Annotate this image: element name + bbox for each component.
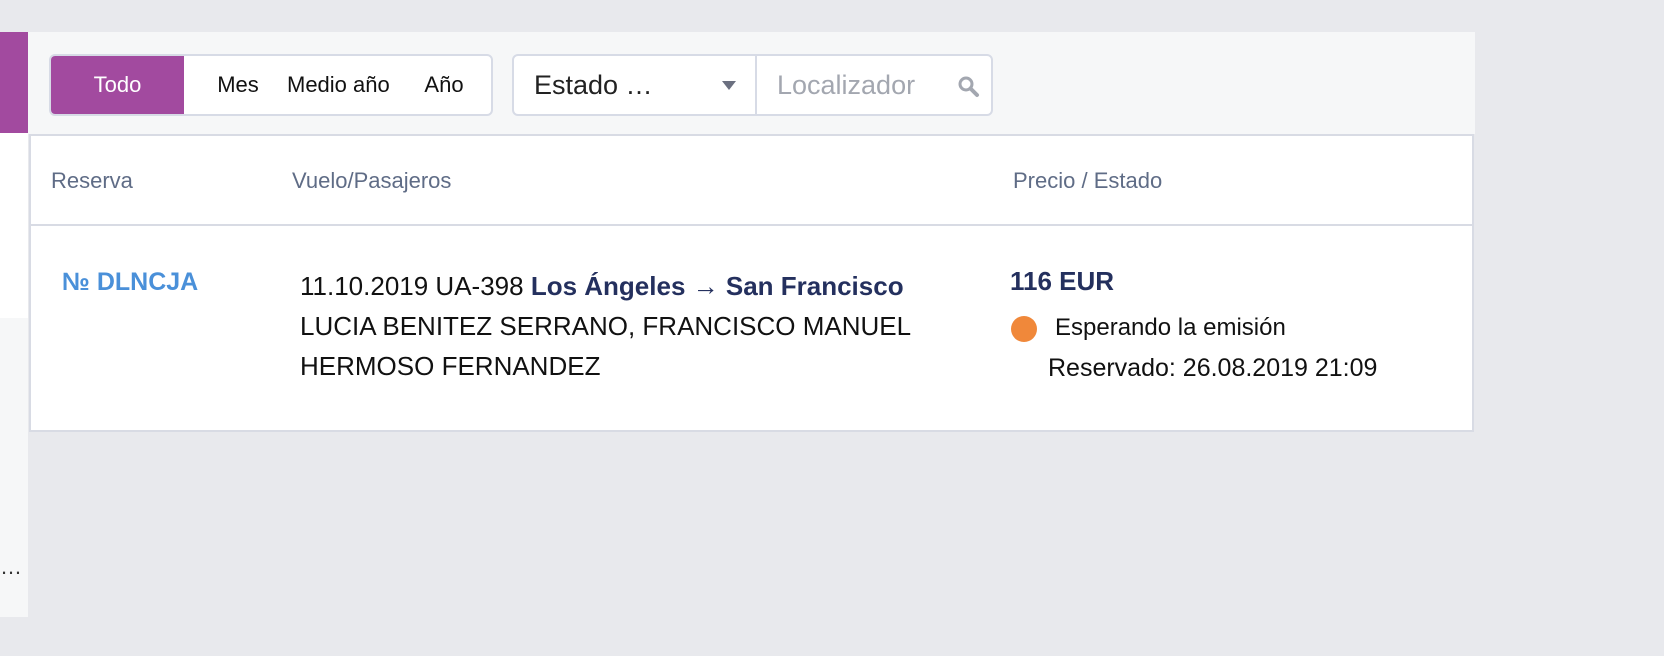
period-year-button[interactable]: Año bbox=[419, 56, 469, 114]
passenger-names: LUCIA BENITEZ SERRANO, FRANCISCO MANUEL … bbox=[300, 311, 911, 381]
period-half-year-button[interactable]: Medio año bbox=[287, 56, 391, 114]
status-select-value: Estado … bbox=[534, 70, 653, 100]
flight-passengers-cell: 11.10.2019 UA-398 Los Ángeles → San Fran… bbox=[300, 266, 970, 386]
column-header-price-status: Precio / Estado bbox=[1013, 168, 1163, 193]
flight-info: 11.10.2019 UA-398 bbox=[300, 271, 524, 301]
booking-locator-link[interactable]: № DLNCJA bbox=[62, 268, 198, 297]
status-pending-icon bbox=[1011, 316, 1037, 342]
period-all-button[interactable]: Todo bbox=[51, 56, 184, 114]
sidebar-panel bbox=[0, 133, 28, 318]
status-select[interactable]: Estado … bbox=[514, 56, 755, 114]
sidebar-truncated-text: … bbox=[0, 554, 22, 579]
column-header-booking: Reserva bbox=[51, 168, 133, 193]
period-filter-group: Todo Mes Medio año Año bbox=[49, 54, 493, 116]
flight-route: Los Ángeles → San Francisco bbox=[530, 271, 904, 301]
status-search-group: Estado … bbox=[512, 54, 993, 116]
search-icon[interactable] bbox=[956, 74, 980, 98]
column-header-flight: Vuelo/Pasajeros bbox=[292, 168, 452, 193]
reservation-date: Reservado: 26.08.2019 21:09 bbox=[1048, 354, 1378, 382]
booking-status: Esperando la emisión bbox=[1055, 314, 1286, 341]
booking-price: 116 EUR bbox=[1010, 266, 1115, 296]
period-month-button[interactable]: Mes bbox=[212, 56, 264, 114]
table-header: Reserva Vuelo/Pasajeros Precio / Estado bbox=[31, 136, 1472, 226]
chevron-down-icon bbox=[722, 81, 736, 90]
sidebar-active-accent bbox=[0, 32, 28, 133]
bookings-table: Reserva Vuelo/Pasajeros Precio / Estado … bbox=[29, 134, 1474, 432]
